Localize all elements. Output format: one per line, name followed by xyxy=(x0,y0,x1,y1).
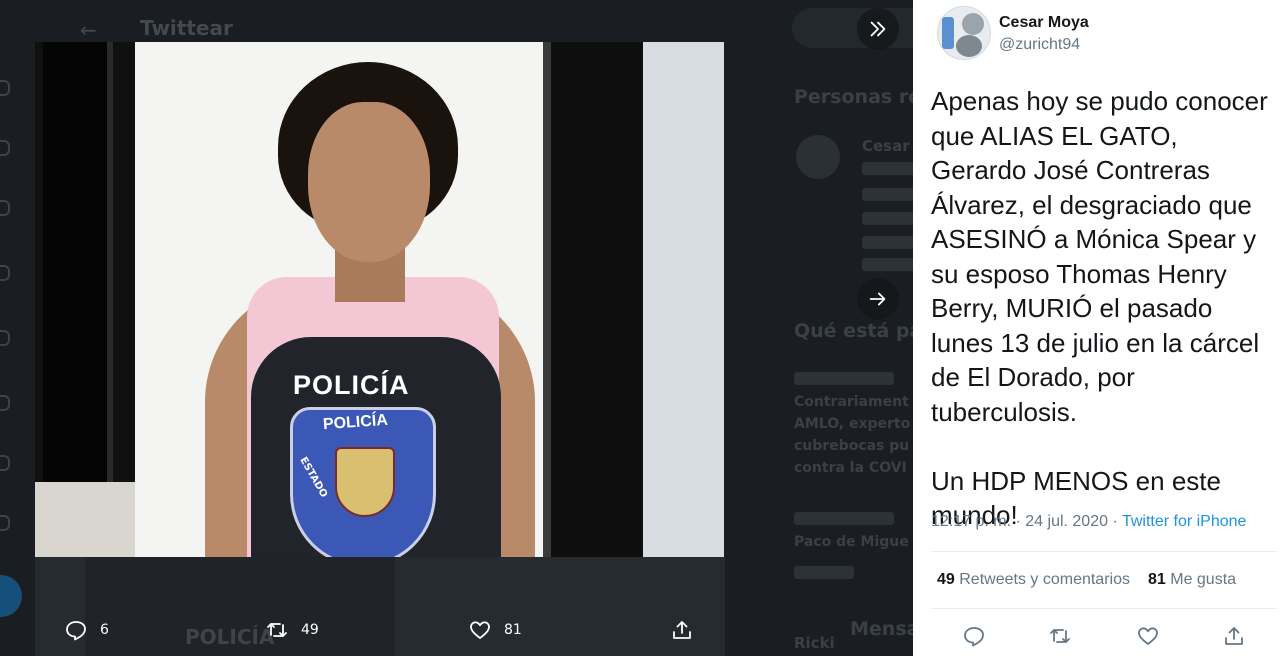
heart-icon xyxy=(470,621,490,639)
share-button[interactable] xyxy=(1222,624,1248,650)
avatar[interactable] xyxy=(937,6,991,60)
arrow-right-icon xyxy=(869,292,886,306)
media-retweet-count: 49 xyxy=(301,622,319,638)
media-reply-count: 6 xyxy=(100,622,109,638)
placeholder-line xyxy=(862,162,913,175)
placeholder-line xyxy=(862,212,913,225)
placeholder-line xyxy=(862,188,913,201)
tweet-action-bar xyxy=(913,620,1280,656)
profile-icon xyxy=(0,395,10,411)
divider xyxy=(931,608,1277,609)
back-arrow-icon: ← xyxy=(80,18,97,42)
bookmarks-icon xyxy=(0,265,10,281)
trend-user: Paco de Migue xyxy=(794,534,909,550)
retweets-label: Retweets y comentarios xyxy=(959,571,1130,588)
photo-door-edge xyxy=(543,42,551,557)
left-navigation xyxy=(0,0,22,656)
more-options-icon xyxy=(0,515,10,531)
trends-heading: Qué está pa xyxy=(794,320,913,342)
lists-icon xyxy=(0,330,10,346)
tweet-stats: 49 Retweets y comentarios 81 Me gusta xyxy=(937,571,1236,589)
heart-icon xyxy=(1138,627,1158,645)
retweet-icon xyxy=(267,623,287,637)
trend-line: AMLO, experto xyxy=(794,416,911,432)
media-reply-button[interactable]: 6 xyxy=(64,618,109,642)
photo-door-right xyxy=(543,42,643,557)
more-icon xyxy=(0,455,10,471)
suggested-user-avatar xyxy=(796,135,840,179)
background-sidebar: Personas re Cesar Qué está pa Contrariam… xyxy=(780,0,913,656)
placeholder-line xyxy=(862,236,913,249)
reply-icon xyxy=(964,627,984,647)
likes-stat[interactable]: 81 Me gusta xyxy=(1148,571,1236,588)
tweet-text: Apenas hoy se pudo conocer que ALIAS EL … xyxy=(931,86,1268,530)
tweet-source-link[interactable]: Twitter for iPhone xyxy=(1122,513,1247,530)
user-display-name[interactable]: Cesar Moya xyxy=(999,14,1089,32)
trend-line: cubrebocas pu xyxy=(794,438,910,454)
retweet-icon xyxy=(1050,629,1070,643)
meta-separator: · xyxy=(1011,513,1026,530)
tweet-metadata: 12:17 p. m. · 24 jul. 2020 · Twitter for… xyxy=(931,513,1246,531)
reply-button[interactable] xyxy=(962,624,988,650)
photo-bag-text: POLICÍA xyxy=(293,370,410,400)
trend-line: Contrariament xyxy=(794,394,909,410)
photo-badge-shield xyxy=(335,447,395,517)
media-like-count: 81 xyxy=(504,622,522,638)
user-handle[interactable]: @zuricht94 xyxy=(999,36,1080,54)
media-photo[interactable]: POLICÍA POLICÍA ESTADO xyxy=(35,42,724,557)
messages-icon xyxy=(0,200,10,216)
likes-count: 81 xyxy=(1147,571,1166,588)
suggested-user-name: Cesar xyxy=(862,137,910,155)
likes-label: Me gusta xyxy=(1170,571,1237,588)
retweets-stat[interactable]: 49 Retweets y comentarios xyxy=(937,571,1130,588)
media-like-button[interactable]: 81 xyxy=(468,618,522,642)
media-share-button[interactable] xyxy=(670,618,706,642)
tweet-date[interactable]: 24 jul. 2020 xyxy=(1025,513,1108,530)
collapse-panel-button[interactable] xyxy=(857,8,899,50)
like-button[interactable] xyxy=(1136,624,1162,650)
reply-icon xyxy=(66,621,86,641)
photo-wall-right xyxy=(643,42,724,557)
divider xyxy=(931,551,1277,552)
photo-floor xyxy=(35,482,135,557)
meta-separator: · xyxy=(1108,513,1122,530)
photo-face xyxy=(308,102,430,262)
placeholder-line xyxy=(794,512,894,525)
trend-line: contra la COVI xyxy=(794,460,907,476)
retweets-count: 49 xyxy=(937,571,955,588)
double-chevron-right-icon xyxy=(870,21,886,37)
media-action-bar: 6 49 81 xyxy=(0,610,913,656)
background-header-title: Twittear xyxy=(140,16,233,40)
photo-door-left xyxy=(43,42,113,482)
retweet-button[interactable] xyxy=(1048,624,1074,650)
media-retweet-button[interactable]: 49 xyxy=(265,618,319,642)
share-icon xyxy=(1225,627,1243,645)
next-image-button[interactable] xyxy=(857,278,899,320)
placeholder-line xyxy=(862,258,913,271)
share-icon xyxy=(673,621,691,639)
tweet-time[interactable]: 12:17 p. m. xyxy=(931,513,1011,530)
who-to-follow-heading: Personas re xyxy=(794,86,913,108)
tweet-detail-panel: Cesar Moya @zuricht94 Apenas hoy se pudo… xyxy=(913,0,1280,656)
notifications-icon xyxy=(0,140,10,156)
explore-icon xyxy=(0,80,10,96)
placeholder-line xyxy=(794,372,894,385)
placeholder-line xyxy=(794,566,854,579)
